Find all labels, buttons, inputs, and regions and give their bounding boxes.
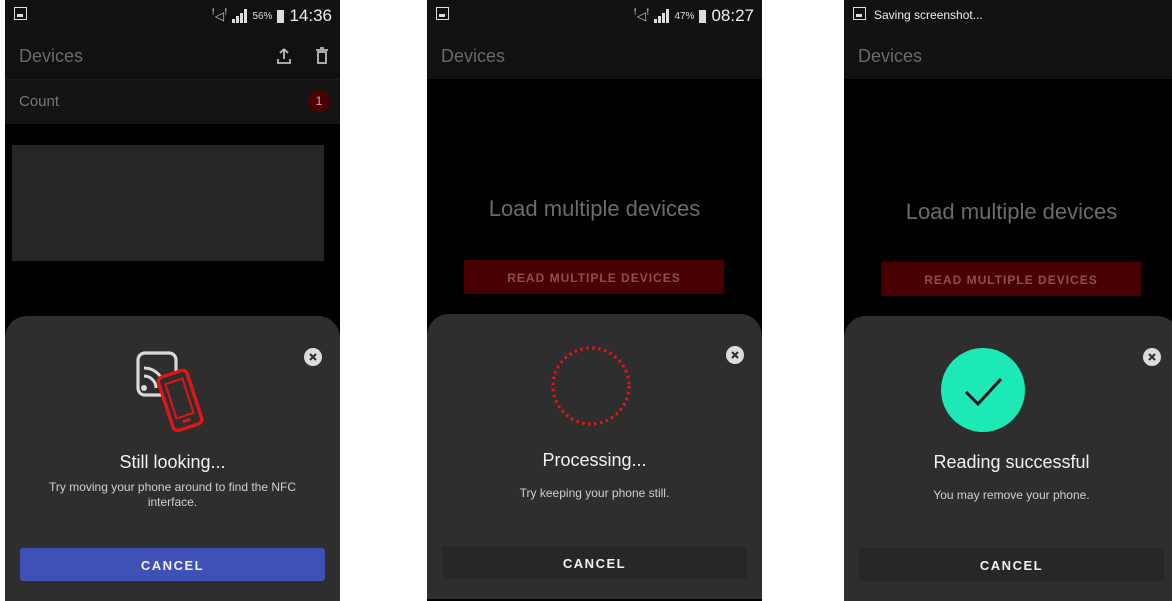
cancel-button[interactable]: CANCEL — [442, 546, 747, 579]
share-upload-icon[interactable] — [272, 44, 296, 68]
close-icon[interactable] — [1143, 348, 1161, 366]
app-bar: Devices — [5, 34, 340, 79]
progress-spinner-icon — [549, 344, 633, 428]
notification-text: Saving screenshot... — [874, 8, 983, 22]
read-multiple-devices-button[interactable]: READ MULTIPLE DEVICES — [464, 260, 724, 294]
battery-icon — [699, 9, 707, 23]
page-title: Devices — [858, 46, 923, 66]
clock: 14:36 — [289, 6, 332, 25]
sheet-title: Processing... — [542, 450, 647, 470]
checkmark-icon — [941, 348, 1025, 432]
battery-percent: 56% — [252, 10, 273, 22]
close-icon[interactable] — [304, 348, 322, 366]
delete-icon[interactable] — [310, 44, 334, 68]
screenshot-notification-icon — [14, 7, 27, 20]
sheet-message: Try keeping your phone still. — [519, 486, 670, 500]
signal-icon — [232, 9, 248, 23]
count-label: Count — [19, 93, 60, 110]
clock: 08:27 — [711, 6, 754, 25]
cancel-button[interactable]: CANCEL — [20, 548, 325, 581]
phone-screen-still-looking: ꜝ◁ꜝ 56% 14:36 Devices Count 1 Still look… — [5, 0, 340, 601]
status-bar: ꜝ◁ꜝ 47% 08:27 — [427, 0, 762, 34]
mute-icon: ꜝ◁ꜝ — [633, 9, 650, 23]
nfc-bottom-sheet: Reading successful You may remove your p… — [844, 316, 1172, 601]
nfc-bottom-sheet: Still looking... Try moving your phone a… — [5, 316, 340, 601]
screenshot-notification-icon — [436, 7, 449, 20]
close-icon[interactable] — [726, 346, 744, 364]
signal-icon — [654, 9, 670, 23]
sheet-title: Reading successful — [933, 452, 1090, 472]
battery-icon — [277, 9, 285, 23]
app-bar: Devices — [427, 34, 762, 79]
device-list-placeholder — [12, 145, 324, 261]
read-multiple-devices-button[interactable]: READ MULTIPLE DEVICES — [881, 262, 1141, 296]
nfc-bottom-sheet: Processing... Try keeping your phone sti… — [427, 314, 762, 599]
status-bar: Saving screenshot... — [844, 0, 1172, 34]
battery-percent: 47% — [674, 10, 695, 22]
count-row: Count 1 — [5, 79, 340, 124]
sheet-message: You may remove your phone. — [933, 488, 1090, 502]
screenshot-notification-icon — [853, 7, 866, 20]
app-bar: Devices — [844, 34, 1172, 79]
mute-icon: ꜝ◁ꜝ — [211, 9, 228, 23]
page-title: Devices — [19, 46, 84, 66]
load-devices-title: Load multiple devices — [905, 199, 1118, 224]
load-devices-title: Load multiple devices — [488, 196, 701, 221]
cancel-button[interactable]: CANCEL — [859, 548, 1164, 581]
nfc-phone-icon — [132, 348, 212, 438]
sheet-message: Try moving your phone around to find the… — [48, 480, 296, 509]
count-badge: 1 — [308, 90, 330, 112]
phone-screen-reading-successful: Saving screenshot... Devices Load multip… — [844, 0, 1172, 601]
sheet-title: Still looking... — [119, 452, 226, 472]
phone-screen-processing: ꜝ◁ꜝ 47% 08:27 Devices Load multiple devi… — [427, 0, 762, 601]
status-bar: ꜝ◁ꜝ 56% 14:36 — [5, 0, 340, 34]
page-title: Devices — [441, 46, 506, 66]
